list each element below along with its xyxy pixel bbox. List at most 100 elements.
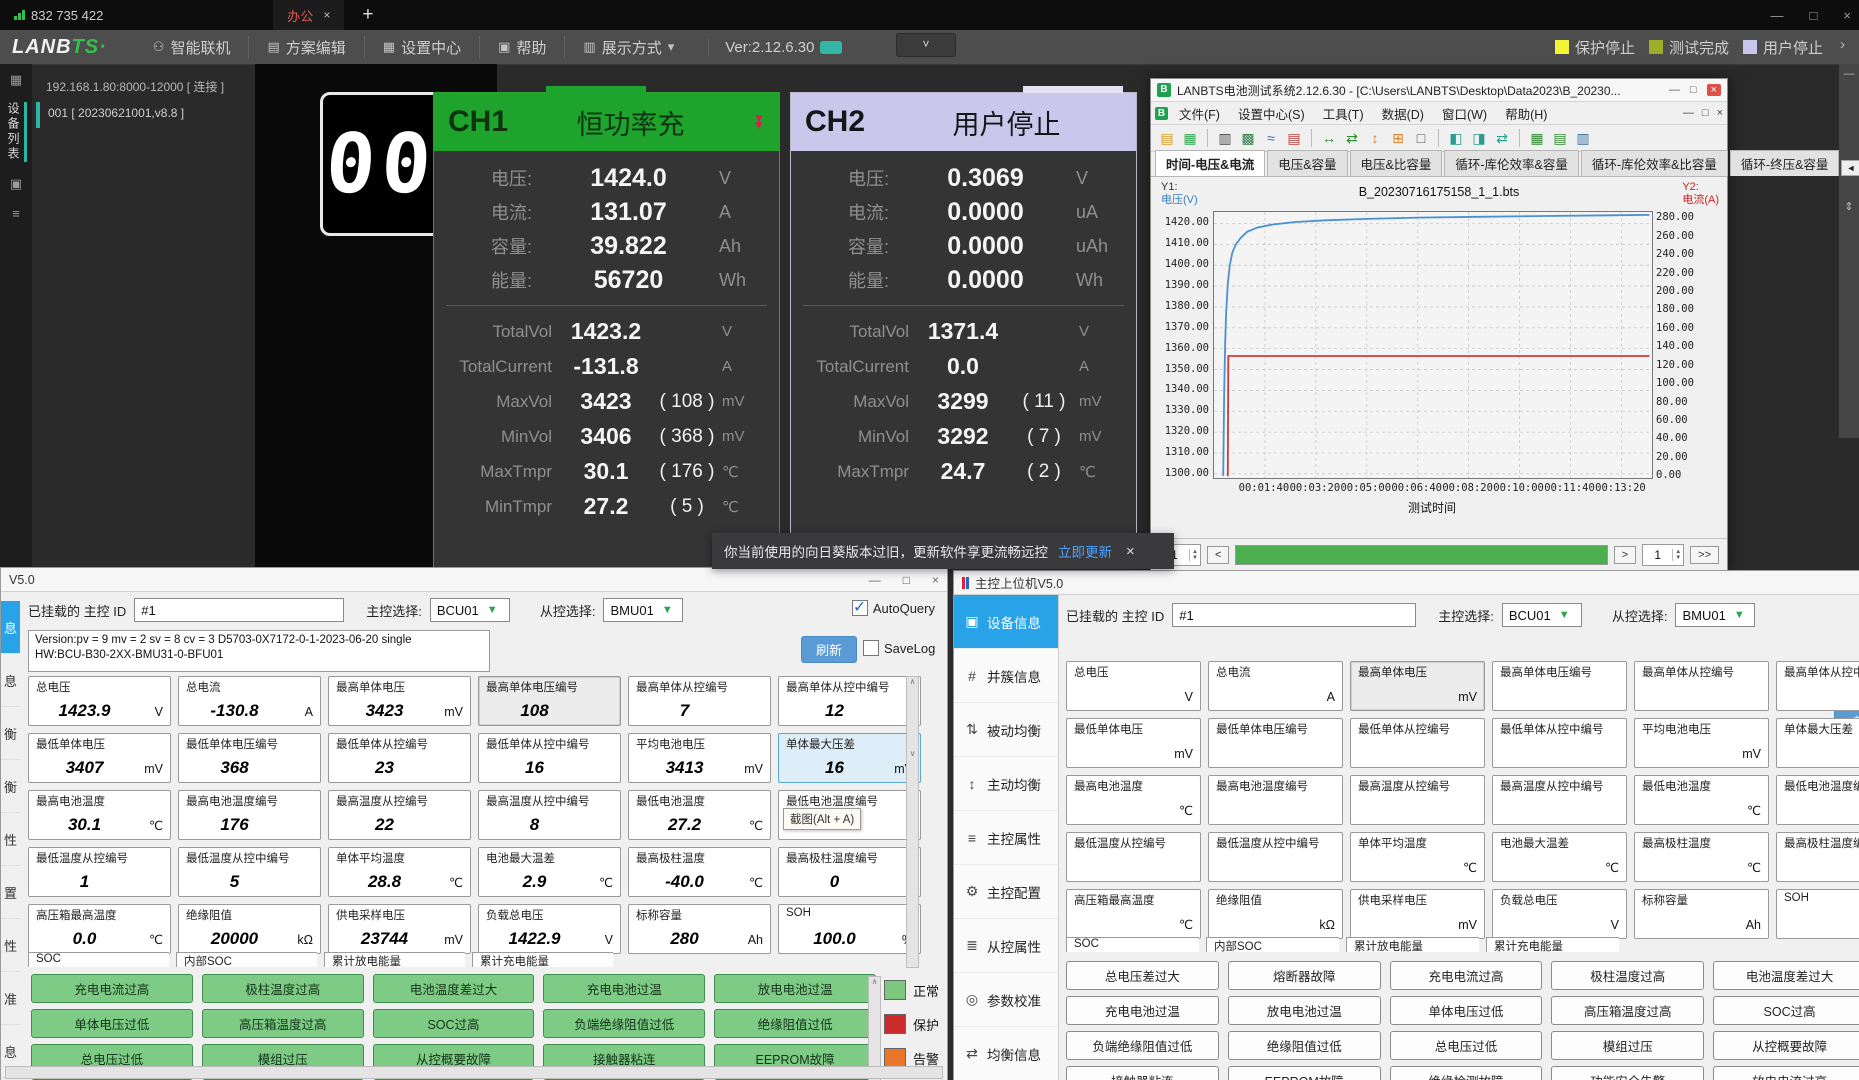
sidebar-item-从控属性[interactable]: ≣从控属性: [954, 919, 1058, 973]
data-cell-总电压[interactable]: 总电压1423.9V: [28, 676, 171, 726]
data-cell-最低单体从控中编号[interactable]: 最低单体从控中编号16: [478, 733, 621, 783]
plot-region[interactable]: [1213, 211, 1653, 479]
status-极柱温度过高[interactable]: 极柱温度过高: [202, 974, 364, 1003]
merge-left-icon[interactable]: ◨: [1469, 128, 1489, 148]
dock-grid-icon[interactable]: ▦: [10, 72, 22, 88]
data-cell-最低单体电压编号[interactable]: 最低单体电压编号: [1208, 718, 1343, 768]
data-cell-总电压[interactable]: 总电压V: [1066, 661, 1201, 711]
chart-window-titlebar[interactable]: B LANBTS电池测试系统2.12.6.30 - [C:\Users\LANB…: [1151, 79, 1727, 102]
sidebar-tab-clipped[interactable]: 衡: [1, 760, 20, 813]
sidebar-item-主动均衡[interactable]: ↕主动均衡: [954, 757, 1058, 811]
data-cell-最低电池温度编号[interactable]: 最低电池温度编号0截图(Alt + A): [778, 790, 921, 840]
sidebar-tab-clipped[interactable]: 息: [1, 654, 20, 707]
data-cell-最高极柱温度[interactable]: 最高极柱温度℃: [1634, 832, 1769, 882]
chart-tab-循环-库伦效率&容量[interactable]: 循环-库伦效率&容量: [1444, 150, 1579, 176]
refresh-button[interactable]: 刷新: [801, 636, 857, 663]
split-vertical-icon[interactable]: ◧: [1446, 128, 1466, 148]
data-cell-单体最大压差[interactable]: 单体最大压差16mV: [778, 733, 921, 783]
menu-智能联机[interactable]: ⚇智能联机: [135, 36, 249, 58]
new-tab-button[interactable]: +: [362, 4, 373, 26]
progress-scrollbar[interactable]: [1235, 545, 1607, 565]
sidebar-tab-clipped[interactable]: 性: [1, 813, 20, 866]
chart-close-button[interactable]: ×: [1707, 84, 1721, 96]
status-绝缘阻值过低[interactable]: 绝缘阻值过低: [1228, 1031, 1381, 1060]
session-tab[interactable]: 办公 ×: [273, 0, 344, 30]
chart-tab-电压&容量[interactable]: 电压&容量: [1267, 150, 1347, 176]
sidebar-item-被动均衡[interactable]: ⇅被动均衡: [954, 703, 1058, 757]
tab-close-icon[interactable]: ×: [323, 8, 330, 22]
data-cell-SOH[interactable]: SOH%: [1776, 889, 1859, 939]
data-cell-单体最大压差[interactable]: 单体最大压差mV: [1776, 718, 1859, 768]
data-cell-最低单体从控编号[interactable]: 最低单体从控编号23: [328, 733, 471, 783]
status-充电电池过温[interactable]: 充电电池过温: [1066, 996, 1219, 1025]
chart-menu-帮助(H)[interactable]: 帮助(H): [1496, 102, 1556, 125]
data-cell-最高温度从控编号[interactable]: 最高温度从控编号22: [328, 790, 471, 840]
data-cell-最低单体电压[interactable]: 最低单体电压3407mV: [28, 733, 171, 783]
status-单体电压过低[interactable]: 单体电压过低: [31, 1009, 193, 1038]
status-放电电流过高[interactable]: 放电电流过高: [1713, 1066, 1859, 1080]
data-cell-标称容量[interactable]: 标称容量Ah: [1634, 889, 1769, 939]
status-绝缘阻值过低[interactable]: 绝缘阻值过低: [714, 1009, 876, 1038]
status-充电电池过温[interactable]: 充电电池过温: [543, 974, 705, 1003]
status-熔断器故障[interactable]: 熔断器故障: [1228, 961, 1381, 990]
status-负端绝缘阻值过低[interactable]: 负端绝缘阻值过低: [1066, 1031, 1219, 1060]
data-cell-标称容量[interactable]: 标称容量280Ah: [628, 904, 771, 954]
data-cell-最高电池温度编号[interactable]: 最高电池温度编号: [1208, 775, 1343, 825]
chart-minimize-button[interactable]: —: [1669, 84, 1680, 96]
report-icon[interactable]: ▤: [1284, 128, 1304, 148]
open-file-icon[interactable]: ▤: [1157, 128, 1177, 148]
v-zoom-icon[interactable]: ↕: [1365, 128, 1385, 148]
data-cell-最低温度从控中编号[interactable]: 最低温度从控中编号5: [178, 847, 321, 897]
sidebar-item-均衡信息[interactable]: ⇄均衡信息: [954, 1027, 1058, 1080]
expand-icon[interactable]: ⊞: [1388, 128, 1408, 148]
data-cell-电池最大温差[interactable]: 电池最大温差2.9℃: [478, 847, 621, 897]
sidebar-item-参数校准[interactable]: ◎参数校准: [954, 973, 1058, 1027]
channel-flag-icon[interactable]: ▼▼: [753, 115, 765, 129]
data-cell-最高单体从控编号[interactable]: 最高单体从控编号: [1634, 661, 1769, 711]
dock-panel-icon[interactable]: ▣: [10, 176, 22, 192]
data-cell-最低单体电压[interactable]: 最低单体电压mV: [1066, 718, 1201, 768]
status-从控概要故障[interactable]: 从控概要故障: [1713, 1031, 1859, 1060]
data-cell-单体平均温度[interactable]: 单体平均温度28.8℃: [328, 847, 471, 897]
data-cell-单体平均温度[interactable]: 单体平均温度℃: [1350, 832, 1485, 882]
doc-minimize-button[interactable]: —: [1683, 107, 1694, 119]
data-cell-最高单体电压[interactable]: 最高单体电压mV: [1350, 661, 1485, 711]
autoquery-checkbox[interactable]: AutoQuery: [852, 600, 935, 616]
sidebar-item-device-list[interactable]: 设备列表: [5, 102, 27, 162]
status-充电电流过高[interactable]: 充电电流过高: [31, 974, 193, 1003]
chart-menu-数据(D)[interactable]: 数据(D): [1373, 102, 1433, 125]
mounted-id-input[interactable]: #1: [134, 598, 344, 622]
data-cell-高压箱最高温度[interactable]: 高压箱最高温度℃: [1066, 889, 1201, 939]
status-充电电流过高[interactable]: 充电电流过高: [1390, 961, 1543, 990]
page-spinner-right[interactable]: 1▲▼: [1642, 544, 1684, 566]
data-cell-最高极柱温度编号[interactable]: 最高极柱温度编号0: [778, 847, 921, 897]
table-grid-icon[interactable]: ▥: [1573, 128, 1593, 148]
status-电池温度差过大[interactable]: 电池温度差过大: [373, 974, 535, 1003]
chart-menu-设置中心(S)[interactable]: 设置中心(S): [1229, 102, 1314, 125]
sidebar-item-并簇信息[interactable]: #并簇信息: [954, 649, 1058, 703]
data-cell-最高单体从控中编号[interactable]: 最高单体从控中编号: [1776, 661, 1859, 711]
data-cell-最低电池温度[interactable]: 最低电池温度℃: [1634, 775, 1769, 825]
data-cell-最高单体电压[interactable]: 最高单体电压3423mV: [328, 676, 471, 726]
data-cell-总电流[interactable]: 总电流A: [1208, 661, 1343, 711]
window-maximize-button[interactable]: □: [1810, 8, 1818, 23]
data-cell-最高极柱温度编号[interactable]: 最高极柱温度编号: [1776, 832, 1859, 882]
chart-menu-工具(T)[interactable]: 工具(T): [1314, 102, 1373, 125]
data-cell-供电采样电压[interactable]: 供电采样电压mV: [1350, 889, 1485, 939]
dock-list-icon[interactable]: ≡: [12, 206, 20, 221]
status-绝缘检测故障[interactable]: 绝缘检测故障: [1390, 1066, 1543, 1080]
collapse-dropdown-button[interactable]: ˅: [896, 33, 956, 57]
menu-展示方式[interactable]: ▥展示方式▾: [564, 36, 692, 58]
chart-maximize-button[interactable]: □: [1690, 84, 1697, 96]
h-compress-icon[interactable]: ⇄: [1342, 128, 1362, 148]
bms-close-button[interactable]: ×: [932, 573, 939, 587]
status-放电电池过温[interactable]: 放电电池过温: [714, 974, 876, 1003]
data-cell-SOH[interactable]: SOH100.0%: [778, 904, 921, 954]
menu-帮助[interactable]: ▣帮助: [479, 36, 564, 58]
master-select[interactable]: BCU01▼: [1502, 603, 1582, 627]
grid-vertical-scrollbar[interactable]: ∧∨: [906, 676, 919, 968]
data-cell-负载总电压[interactable]: 负载总电压1422.9V: [478, 904, 621, 954]
reset-view-icon[interactable]: □: [1411, 128, 1431, 148]
status-EEPROM故障[interactable]: EEPROM故障: [1228, 1066, 1381, 1080]
data-cell-最高单体电压编号[interactable]: 最高单体电压编号108: [478, 676, 621, 726]
